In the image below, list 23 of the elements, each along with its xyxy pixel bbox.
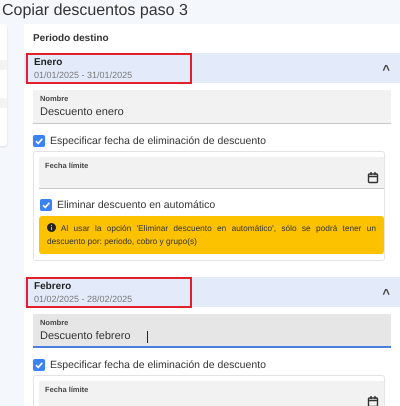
- checkbox-label: Especificar fecha de eliminación de descuento: [50, 135, 266, 147]
- period-name: Febrero: [34, 280, 72, 292]
- chevron-icon[interactable]: ^: [382, 284, 390, 300]
- period-range: 01/02/2025 - 28/02/2025: [34, 292, 134, 304]
- check-icon: [34, 360, 44, 370]
- checkbox[interactable]: [33, 359, 45, 371]
- warning-text: Al usar la opción 'Eliminar descuento en automático', sólo se podrá tener un descuento por: periodo, cobro y grupo(s): [47, 222, 376, 248]
- page-title: Copiar descuentos paso 3: [1, 1, 189, 21]
- chevron-icon[interactable]: ^: [382, 60, 390, 76]
- period-header[interactable]: Enero 01/01/2025 - 31/01/2025 ^: [24, 53, 400, 83]
- checkbox[interactable]: [33, 135, 45, 147]
- checkbox[interactable]: [40, 199, 52, 211]
- period-name: Enero: [34, 56, 64, 68]
- calendar-icon: [367, 395, 379, 406]
- calendar-icon: [367, 171, 379, 184]
- period-range: 01/01/2025 - 31/01/2025: [34, 68, 134, 80]
- section-title: Periodo destino: [32, 32, 110, 46]
- checkbox-label: Eliminar descuento en automático: [57, 199, 216, 211]
- check-icon: [41, 200, 51, 210]
- period-header[interactable]: Febrero 01/02/2025 - 28/02/2025 ^: [24, 277, 400, 307]
- check-icon: [34, 136, 44, 146]
- checkbox-label: Especificar fecha de eliminación de descuento: [50, 359, 266, 371]
- info-icon: [47, 223, 56, 232]
